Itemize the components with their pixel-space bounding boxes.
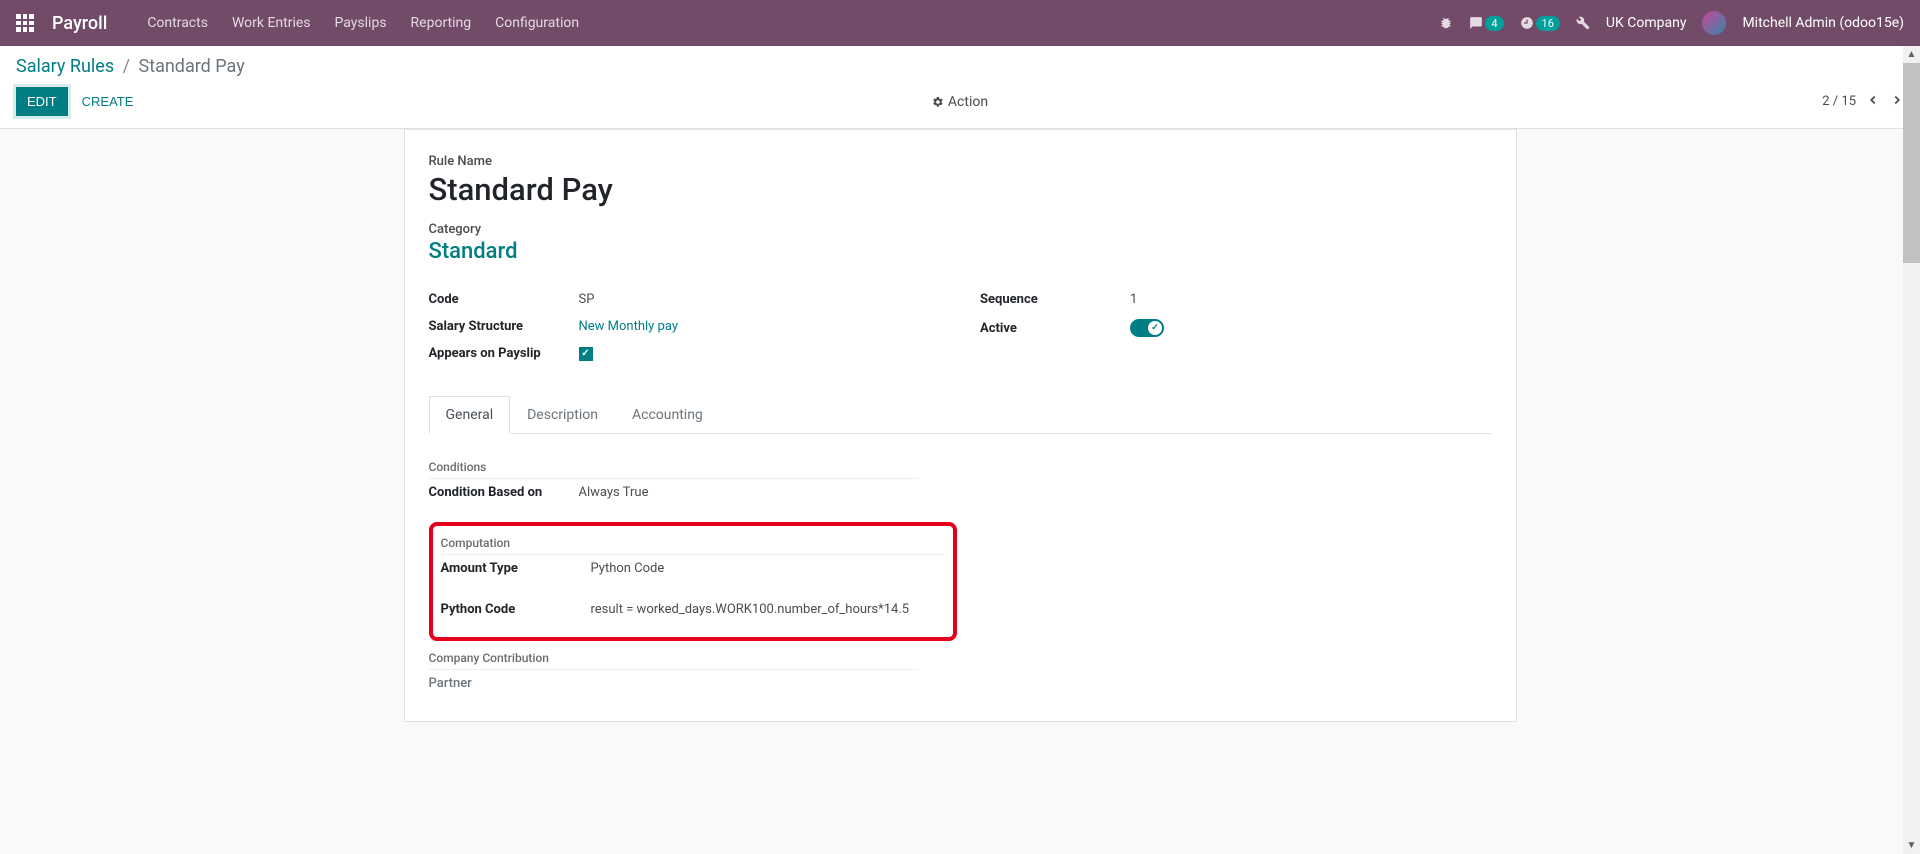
active-label: Active: [980, 321, 1130, 336]
amount-type-value: Python Code: [591, 561, 665, 576]
activities-icon[interactable]: 16: [1520, 16, 1560, 31]
tab-accounting[interactable]: Accounting: [615, 396, 720, 434]
pager-next[interactable]: [1890, 92, 1904, 111]
pager-prev[interactable]: [1866, 92, 1880, 111]
menu-work-entries[interactable]: Work Entries: [232, 15, 311, 31]
condition-based-value: Always True: [579, 485, 649, 500]
top-navbar: Payroll Contracts Work Entries Payslips …: [0, 0, 1920, 46]
messages-badge: 4: [1485, 16, 1503, 31]
rule-name-label: Rule Name: [429, 154, 1492, 169]
condition-based-label: Condition Based on: [429, 485, 579, 500]
sequence-value: 1: [1130, 292, 1137, 307]
company-contribution-heading: Company Contribution: [429, 651, 919, 670]
category-label: Category: [429, 222, 1492, 237]
category-value[interactable]: Standard: [429, 239, 1492, 264]
menu-contracts[interactable]: Contracts: [147, 15, 208, 31]
active-toggle[interactable]: [1130, 319, 1164, 337]
breadcrumb-current: Standard Pay: [139, 56, 245, 77]
bug-icon[interactable]: [1439, 16, 1453, 30]
salary-structure-value[interactable]: New Monthly pay: [579, 319, 678, 334]
menu-configuration[interactable]: Configuration: [495, 15, 579, 31]
scroll-down-icon[interactable]: ▼: [1903, 837, 1920, 854]
code-label: Code: [429, 292, 579, 307]
salary-structure-label: Salary Structure: [429, 319, 579, 334]
python-code-label: Python Code: [441, 602, 591, 617]
gear-icon: [932, 96, 944, 108]
python-code-value: result = worked_days.WORK100.number_of_h…: [591, 602, 910, 617]
vertical-scrollbar[interactable]: ▲ ▼: [1903, 46, 1920, 854]
menu-reporting[interactable]: Reporting: [411, 15, 472, 31]
menu-payslips[interactable]: Payslips: [335, 15, 387, 31]
apps-icon[interactable]: [16, 14, 34, 32]
create-button[interactable]: CREATE: [82, 94, 134, 109]
appears-on-payslip-checkbox[interactable]: [579, 347, 593, 361]
pager-position[interactable]: 2 / 15: [1822, 94, 1856, 109]
rule-name-value: Standard Pay: [429, 171, 1492, 208]
breadcrumb-root[interactable]: Salary Rules: [16, 56, 114, 77]
messages-icon[interactable]: 4: [1469, 16, 1503, 31]
breadcrumb: Salary Rules / Standard Pay: [16, 56, 1904, 77]
breadcrumb-sep: /: [123, 56, 130, 77]
code-value: SP: [579, 292, 595, 307]
conditions-heading: Conditions: [429, 460, 919, 479]
amount-type-label: Amount Type: [441, 561, 591, 576]
user-menu[interactable]: Mitchell Admin (odoo15e): [1742, 15, 1904, 31]
avatar[interactable]: [1702, 11, 1726, 35]
tab-description[interactable]: Description: [510, 396, 615, 434]
computation-highlight: Computation Amount Type Python Code Pyth…: [429, 522, 957, 641]
app-title[interactable]: Payroll: [52, 13, 107, 34]
scroll-up-icon[interactable]: ▲: [1903, 46, 1920, 63]
form-sheet: Rule Name Standard Pay Category Standard…: [404, 129, 1517, 722]
action-menu[interactable]: Action: [932, 94, 988, 110]
tools-icon[interactable]: [1576, 16, 1590, 30]
computation-heading: Computation: [441, 536, 945, 555]
activities-badge: 16: [1536, 16, 1560, 31]
tab-general[interactable]: General: [429, 396, 511, 434]
company-selector[interactable]: UK Company: [1606, 15, 1687, 31]
appears-on-payslip-label: Appears on Payslip: [429, 346, 579, 361]
control-panel: Salary Rules / Standard Pay EDIT CREATE …: [0, 46, 1920, 129]
edit-button[interactable]: EDIT: [16, 87, 68, 116]
scroll-thumb[interactable]: [1903, 63, 1920, 263]
partner-label: Partner: [429, 676, 579, 691]
topbar-menu: Contracts Work Entries Payslips Reportin…: [147, 15, 579, 31]
tabs: General Description Accounting: [429, 395, 1492, 434]
sequence-label: Sequence: [980, 292, 1130, 307]
